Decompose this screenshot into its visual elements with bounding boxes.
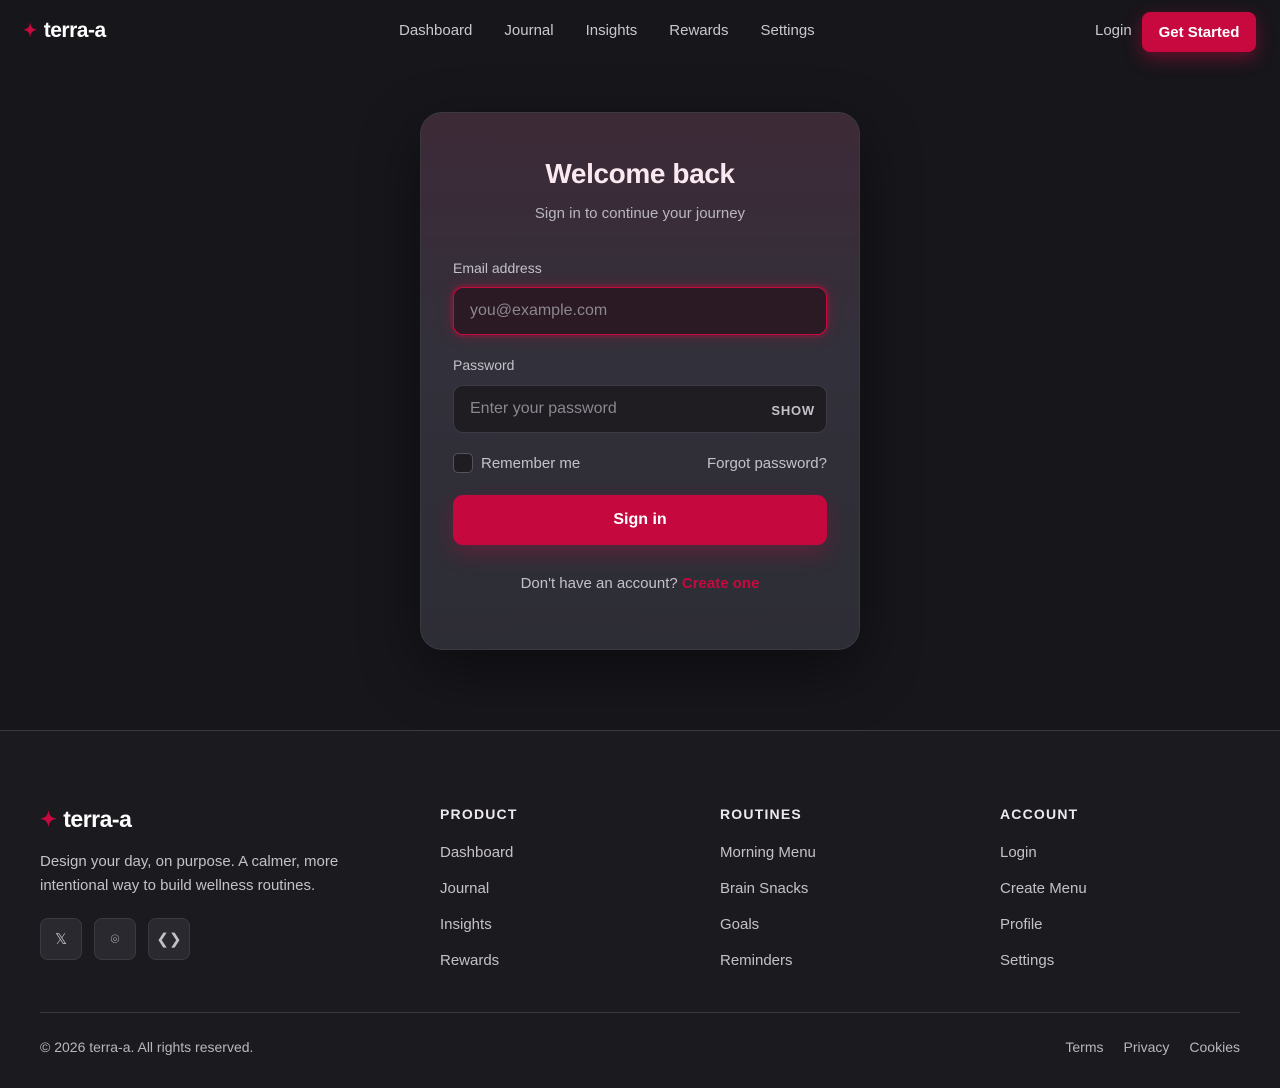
x-twitter-icon[interactable]: 𝕏 bbox=[40, 918, 82, 960]
legal-link-cookies[interactable]: Cookies bbox=[1189, 1039, 1240, 1055]
footer-link-rewards[interactable]: Rewards bbox=[440, 952, 518, 970]
sparkle-star-icon: ✦ bbox=[23, 21, 37, 40]
nav-links: Dashboard Journal Insights Rewards Setti… bbox=[399, 22, 815, 39]
get-started-button[interactable]: Get Started bbox=[1142, 12, 1256, 52]
remember-me-checkbox[interactable] bbox=[453, 453, 473, 473]
nav-link-rewards[interactable]: Rewards bbox=[669, 22, 728, 39]
show-password-button[interactable]: SHOW bbox=[751, 398, 815, 422]
remember-me-label: Remember me bbox=[481, 454, 581, 472]
footer-brand-name: terra-a bbox=[63, 806, 132, 832]
footer-link-journal[interactable]: Journal bbox=[440, 880, 518, 898]
legal-links: Terms Privacy Cookies bbox=[1065, 1039, 1240, 1055]
footer-link-create-menu[interactable]: Create Menu bbox=[1000, 880, 1087, 898]
brand-logo[interactable]: ✦ terra-a bbox=[23, 19, 106, 43]
top-nav: ✦ terra-a Dashboard Journal Insights Rew… bbox=[0, 0, 1280, 62]
footer-column-title: PRODUCT bbox=[440, 806, 518, 822]
footer-column-title: ACCOUNT bbox=[1000, 806, 1079, 822]
login-subtitle: Sign in to continue your journey bbox=[534, 205, 746, 222]
email-input[interactable] bbox=[453, 287, 827, 335]
footer-link-dashboard[interactable]: Dashboard bbox=[440, 844, 518, 862]
remember-me[interactable]: Remember me bbox=[453, 453, 580, 473]
sign-in-button[interactable]: Sign in bbox=[453, 495, 827, 545]
footer-column-title: ROUTINES bbox=[720, 806, 802, 822]
footer-tagline: Design your day, on purpose. A calmer, m… bbox=[40, 853, 339, 894]
nav-link-insights[interactable]: Insights bbox=[586, 22, 638, 39]
signup-prompt: Don't have an account? Create one bbox=[421, 575, 859, 592]
footer-link-settings[interactable]: Settings bbox=[1000, 952, 1087, 970]
signup-prompt-text: Don't have an account? bbox=[520, 575, 678, 592]
code-icon[interactable]: ❮❯ bbox=[148, 918, 190, 960]
footer-link-reminders[interactable]: Reminders bbox=[720, 952, 816, 970]
nav-link-settings[interactable]: Settings bbox=[760, 22, 814, 39]
footer-column-product: PRODUCT Dashboard Journal Insights Rewar… bbox=[440, 806, 518, 988]
footer-link-profile[interactable]: Profile bbox=[1000, 916, 1087, 934]
social-links: 𝕏 ⌾ ❮❯ bbox=[40, 918, 190, 960]
legal-link-privacy[interactable]: Privacy bbox=[1124, 1039, 1170, 1055]
nav-link-journal[interactable]: Journal bbox=[504, 22, 553, 39]
password-label: Password bbox=[453, 357, 515, 373]
site-footer: ✦ terra-a Design your day, on purpose. A… bbox=[0, 730, 1280, 1088]
login-card: Welcome back Sign in to continue your jo… bbox=[420, 112, 860, 650]
footer-link-morning-menu[interactable]: Morning Menu bbox=[720, 844, 816, 862]
brand-name: terra-a bbox=[43, 19, 106, 42]
email-label: Email address bbox=[453, 260, 542, 276]
footer-link-brain-snacks[interactable]: Brain Snacks bbox=[720, 880, 816, 898]
copyright-text: © 2026 terra-a. All rights reserved. bbox=[40, 1039, 254, 1055]
legal-link-terms[interactable]: Terms bbox=[1065, 1039, 1103, 1055]
footer-link-login[interactable]: Login bbox=[1000, 844, 1087, 862]
footer-column-account: ACCOUNT Login Create Menu Profile Settin… bbox=[1000, 806, 1087, 988]
footer-link-goals[interactable]: Goals bbox=[720, 916, 816, 934]
create-account-link[interactable]: Create one bbox=[682, 575, 760, 592]
instagram-icon[interactable]: ⌾ bbox=[94, 918, 136, 960]
nav-login-link[interactable]: Login bbox=[1095, 22, 1132, 39]
footer-column-routines: ROUTINES Morning Menu Brain Snacks Goals… bbox=[720, 806, 816, 988]
footer-divider bbox=[40, 1012, 1240, 1013]
login-title: Welcome back bbox=[545, 158, 735, 189]
footer-link-insights[interactable]: Insights bbox=[440, 916, 518, 934]
footer-brand-logo[interactable]: ✦ terra-a bbox=[40, 806, 132, 833]
forgot-password-link[interactable]: Forgot password? bbox=[707, 455, 827, 472]
nav-link-dashboard[interactable]: Dashboard bbox=[399, 22, 472, 39]
sparkle-star-icon: ✦ bbox=[40, 809, 57, 831]
